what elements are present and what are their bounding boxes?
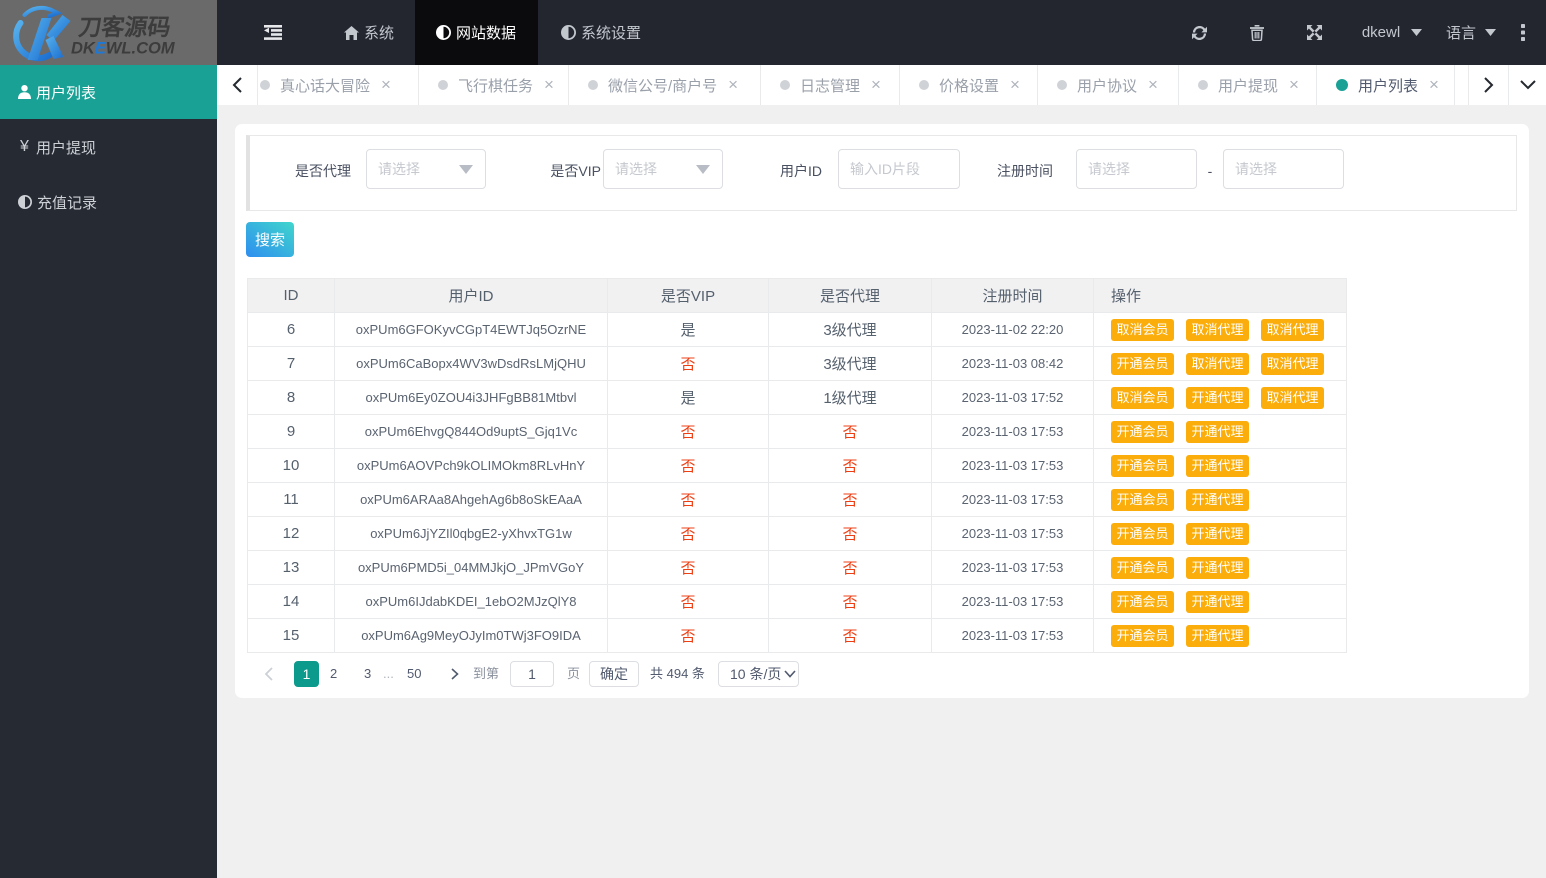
svg-text:DKEWL.COM: DKEWL.COM [71,40,176,58]
svg-text:刀客源码: 刀客源码 [77,14,172,40]
